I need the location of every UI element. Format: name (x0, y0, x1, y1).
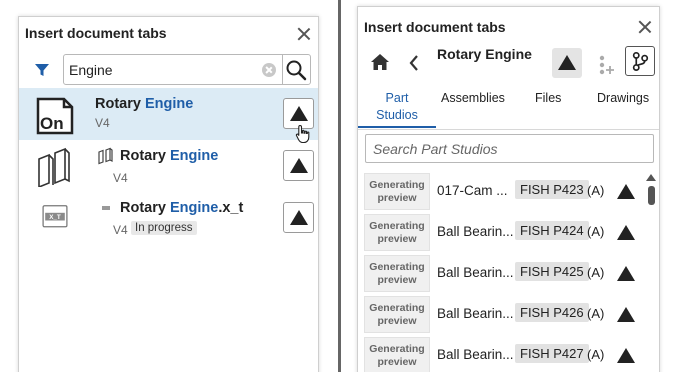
home-icon[interactable] (370, 53, 390, 71)
part-number-badge: FISH P427 (515, 344, 589, 363)
revision-label: (A) (587, 265, 605, 280)
part-number-badge: FISH P423 (515, 180, 589, 199)
part-number-badge: FISH P424 (515, 221, 589, 240)
preview-thumbnail: Generating preview (364, 173, 430, 210)
revision-label: (A) (587, 306, 605, 321)
insert-up-icon[interactable] (617, 266, 635, 281)
part-number-badge: FISH P425 (515, 262, 589, 281)
result-row[interactable]: On Rotary Engine V4 (19, 88, 318, 140)
insert-up-icon[interactable] (617, 348, 635, 363)
list-item[interactable]: Generating preview Ball Bearin... FISH P… (358, 212, 648, 253)
part-studio-list: Generating preview 017-Cam ... FISH P423… (358, 171, 648, 372)
insert-up-icon[interactable] (617, 184, 635, 199)
preview-thumbnail: Generating preview (364, 255, 430, 292)
scroll-up-arrow[interactable] (646, 174, 656, 181)
list-item[interactable]: Generating preview Ball Bearin... FISH P… (358, 253, 648, 294)
scrollbar-thumb[interactable] (648, 186, 655, 205)
back-icon[interactable] (408, 54, 420, 72)
result-row[interactable]: Rotary Engine V4 (19, 141, 318, 193)
active-tab-indicator (358, 126, 436, 128)
insert-tabs-dialog-browse: Insert document tabs Rotary Engine Part … (357, 6, 660, 372)
item-name: Ball Bearin... (437, 347, 514, 362)
svg-text:On: On (40, 114, 64, 133)
dialog-title: Insert document tabs (25, 25, 167, 41)
insert-up-button[interactable] (283, 202, 314, 233)
search-part-studios-input[interactable] (373, 140, 643, 158)
revision-label: (A) (587, 183, 605, 198)
add-part-icon[interactable] (595, 53, 617, 75)
assembly-tab-icon (98, 147, 113, 165)
tab-part-studios[interactable]: Part Studios (374, 90, 420, 124)
insert-tabs-dialog-search: Insert document tabs On Rotary Engine V4 (18, 16, 319, 372)
item-name: Ball Bearin... (437, 224, 514, 239)
document-name: Rotary Engine (437, 46, 532, 62)
result-version: V4 (95, 116, 110, 130)
search-input[interactable] (69, 60, 259, 80)
search-icon[interactable] (285, 59, 307, 81)
close-icon[interactable] (297, 27, 311, 41)
screen: Insert document tabs On Rotary Engine V4 (0, 0, 675, 372)
insert-up-button[interactable] (552, 48, 582, 78)
navigation-bar: Rotary Engine (358, 42, 659, 86)
onshape-document-icon: On (36, 97, 74, 135)
file-tab-icon (102, 206, 110, 210)
search-field (63, 54, 311, 85)
assembly-document-icon (38, 147, 70, 187)
item-name: Ball Bearin... (437, 306, 514, 321)
list-item[interactable]: Generating preview Ball Bearin... FISH P… (358, 294, 648, 335)
status-badge: In progress (131, 221, 197, 235)
xt-file-icon: X_T (42, 205, 68, 228)
result-name: Rotary Engine.x_t (120, 200, 244, 216)
result-name: Rotary Engine (95, 96, 194, 112)
insert-up-button[interactable] (283, 150, 314, 181)
filter-icon[interactable] (34, 62, 50, 78)
tab-assemblies[interactable]: Assemblies (441, 90, 505, 107)
insert-up-icon[interactable] (617, 225, 635, 240)
close-icon[interactable] (638, 20, 652, 34)
clear-search-icon[interactable] (262, 63, 276, 77)
result-name: Rotary Engine (120, 148, 219, 164)
preview-thumbnail: Generating preview (364, 296, 430, 333)
insert-up-icon[interactable] (617, 307, 635, 322)
search-divider (282, 55, 283, 84)
version-graph-icon[interactable] (625, 46, 655, 76)
part-number-badge: FISH P426 (515, 303, 589, 322)
result-version: V4 (113, 223, 128, 237)
result-row[interactable]: X_T Rotary Engine.x_t V4 In progress (19, 193, 318, 245)
revision-label: (A) (587, 224, 605, 239)
list-item[interactable]: Generating preview 017-Cam ... FISH P423… (358, 171, 648, 212)
preview-thumbnail: Generating preview (364, 214, 430, 251)
tab-strip: Part Studios Assemblies Files Drawings (358, 86, 659, 130)
part-studio-search (365, 134, 654, 163)
result-version: V4 (113, 171, 128, 185)
tab-drawings[interactable]: Drawings (597, 90, 649, 107)
item-name: Ball Bearin... (437, 265, 514, 280)
item-name: 017-Cam ... (437, 183, 508, 198)
svg-text:X_T: X_T (49, 214, 61, 221)
panel-divider (338, 0, 341, 372)
dialog-title: Insert document tabs (364, 19, 506, 35)
preview-thumbnail: Generating preview (364, 337, 430, 372)
list-item[interactable]: Generating preview Ball Bearin... FISH P… (358, 335, 648, 372)
revision-label: (A) (587, 347, 605, 362)
tab-files[interactable]: Files (535, 90, 561, 107)
